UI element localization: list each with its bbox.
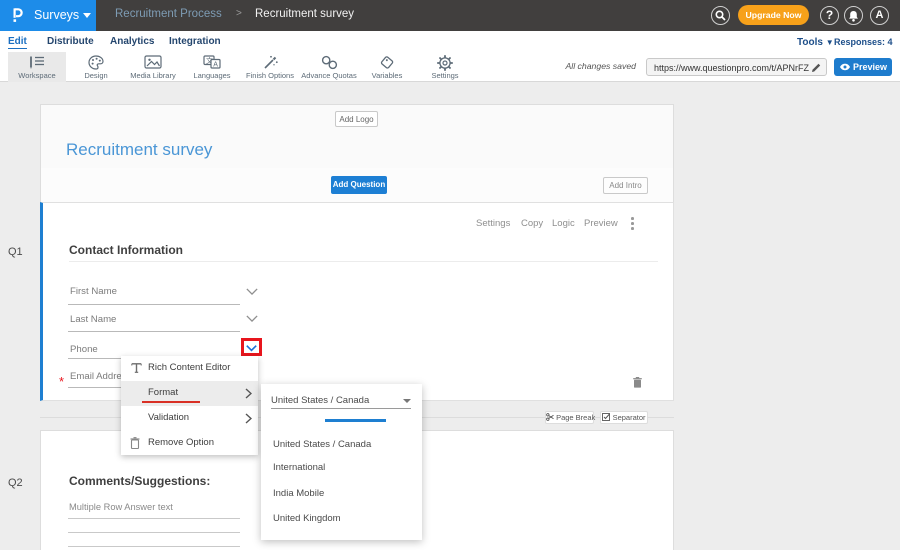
svg-text:A: A [213, 62, 218, 69]
